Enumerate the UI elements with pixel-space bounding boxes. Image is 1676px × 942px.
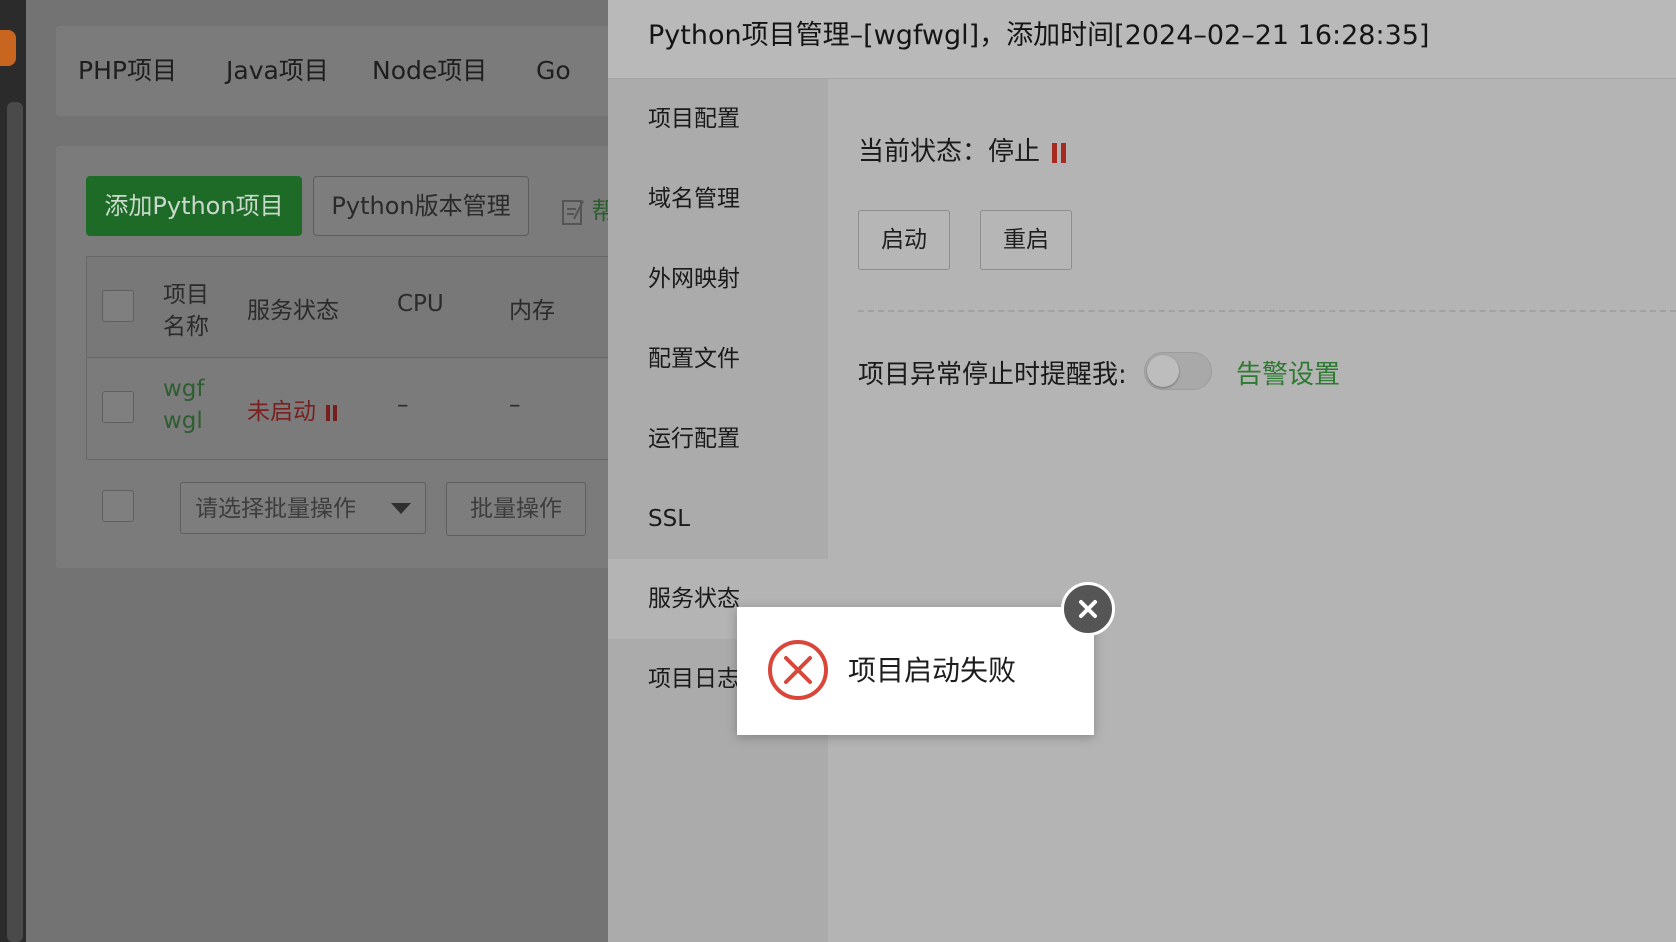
table-row: wgf wgl 未启动 – – [87, 358, 657, 458]
tab-java[interactable]: Java项目 [226, 26, 329, 116]
current-status: 当前状态：停止 [858, 131, 1067, 168]
header-memory: 内存 [509, 298, 555, 324]
current-status-value: 停止 [988, 137, 1041, 167]
menu-item-project-config[interactable]: 项目配置 [608, 79, 828, 159]
menu-item-external-mapping[interactable]: 外网映射 [608, 239, 828, 319]
project-table: 项目 名称 服务状态 CPU 内存 wgf wgl 未启动 – – [86, 256, 658, 460]
stopped-icon [1052, 142, 1058, 163]
batch-select-placeholder: 请选择批量操作 [195, 496, 356, 522]
project-list-card: 添加Python项目 Python版本管理 帮 项目 名称 服务状态 CPU 内… [56, 146, 658, 568]
pause-icon [333, 404, 338, 421]
header-service-status: 服务状态 [247, 298, 339, 324]
drawer-header: Python项目管理–[wgfwgl]，添加时间[2024–02–21 16:2… [608, 0, 1676, 79]
toggle-knob [1147, 355, 1179, 387]
service-status-cell[interactable]: 未启动 [247, 392, 338, 426]
tab-node[interactable]: Node项目 [372, 26, 487, 116]
remind-label: 项目异常停止时提醒我: [858, 360, 1127, 390]
batch-operation-button[interactable]: 批量操作 [446, 482, 586, 536]
toast-message: 项目启动失败 [848, 654, 1017, 687]
header-project-name-2: 名称 [163, 314, 209, 340]
add-python-project-button[interactable]: 添加Python项目 [86, 176, 302, 236]
app-left-rail [0, 0, 26, 942]
header-cpu: CPU [397, 291, 444, 317]
stopped-icon [1061, 142, 1067, 163]
current-status-label: 当前状态： [858, 137, 989, 167]
select-all-checkbox[interactable] [102, 290, 134, 322]
remind-toggle[interactable] [1144, 352, 1212, 390]
error-circle-x-icon [768, 640, 828, 700]
close-toast-button[interactable] [1061, 582, 1115, 636]
menu-item-ssl[interactable]: SSL [608, 479, 828, 559]
drawer-title: Python项目管理–[wgfwgl]，添加时间[2024–02–21 16:2… [648, 20, 1430, 51]
app-logo-badge [0, 30, 16, 66]
cpu-cell: – [397, 392, 409, 418]
error-toast: 项目启动失败 [737, 607, 1094, 735]
tab-go[interactable]: Go [536, 26, 571, 116]
project-type-tabs: PHP项目 Java项目 Node项目 Go [56, 26, 656, 116]
table-header-row: 项目 名称 服务状态 CPU 内存 [87, 257, 657, 358]
caret-down-icon [391, 503, 411, 514]
python-project-drawer: Python项目管理–[wgfwgl]，添加时间[2024–02–21 16:2… [608, 0, 1676, 942]
document-edit-icon [562, 200, 584, 225]
divider [858, 310, 1676, 312]
batch-operation-select[interactable]: 请选择批量操作 [180, 482, 426, 534]
close-icon [1079, 600, 1097, 618]
start-button[interactable]: 启动 [858, 210, 950, 270]
tab-php[interactable]: PHP项目 [78, 26, 177, 116]
menu-item-domain[interactable]: 域名管理 [608, 159, 828, 239]
batch-select-checkbox[interactable] [102, 490, 134, 522]
menu-item-config-file[interactable]: 配置文件 [608, 319, 828, 399]
menu-item-run-config[interactable]: 运行配置 [608, 399, 828, 479]
memory-cell: – [509, 392, 521, 418]
restart-button[interactable]: 重启 [980, 210, 1072, 270]
header-project-name-1: 项目 [163, 282, 209, 308]
alarm-settings-link[interactable]: 告警设置 [1236, 354, 1340, 391]
service-status-panel: 当前状态：停止 启动 重启 项目异常停止时提醒我: 告警设置 [828, 79, 1676, 942]
service-status-text: 未启动 [247, 399, 316, 425]
drawer-menu: 项目配置 域名管理 外网映射 配置文件 运行配置 SSL 服务状态 项目日志 [608, 79, 828, 942]
row-checkbox[interactable] [102, 391, 134, 423]
project-name-line1[interactable]: wgf [163, 376, 205, 402]
project-name-line2[interactable]: wgl [163, 408, 203, 434]
pause-icon [326, 404, 331, 421]
sidebar-scrollbar[interactable] [7, 102, 23, 942]
python-version-button[interactable]: Python版本管理 [313, 176, 529, 236]
